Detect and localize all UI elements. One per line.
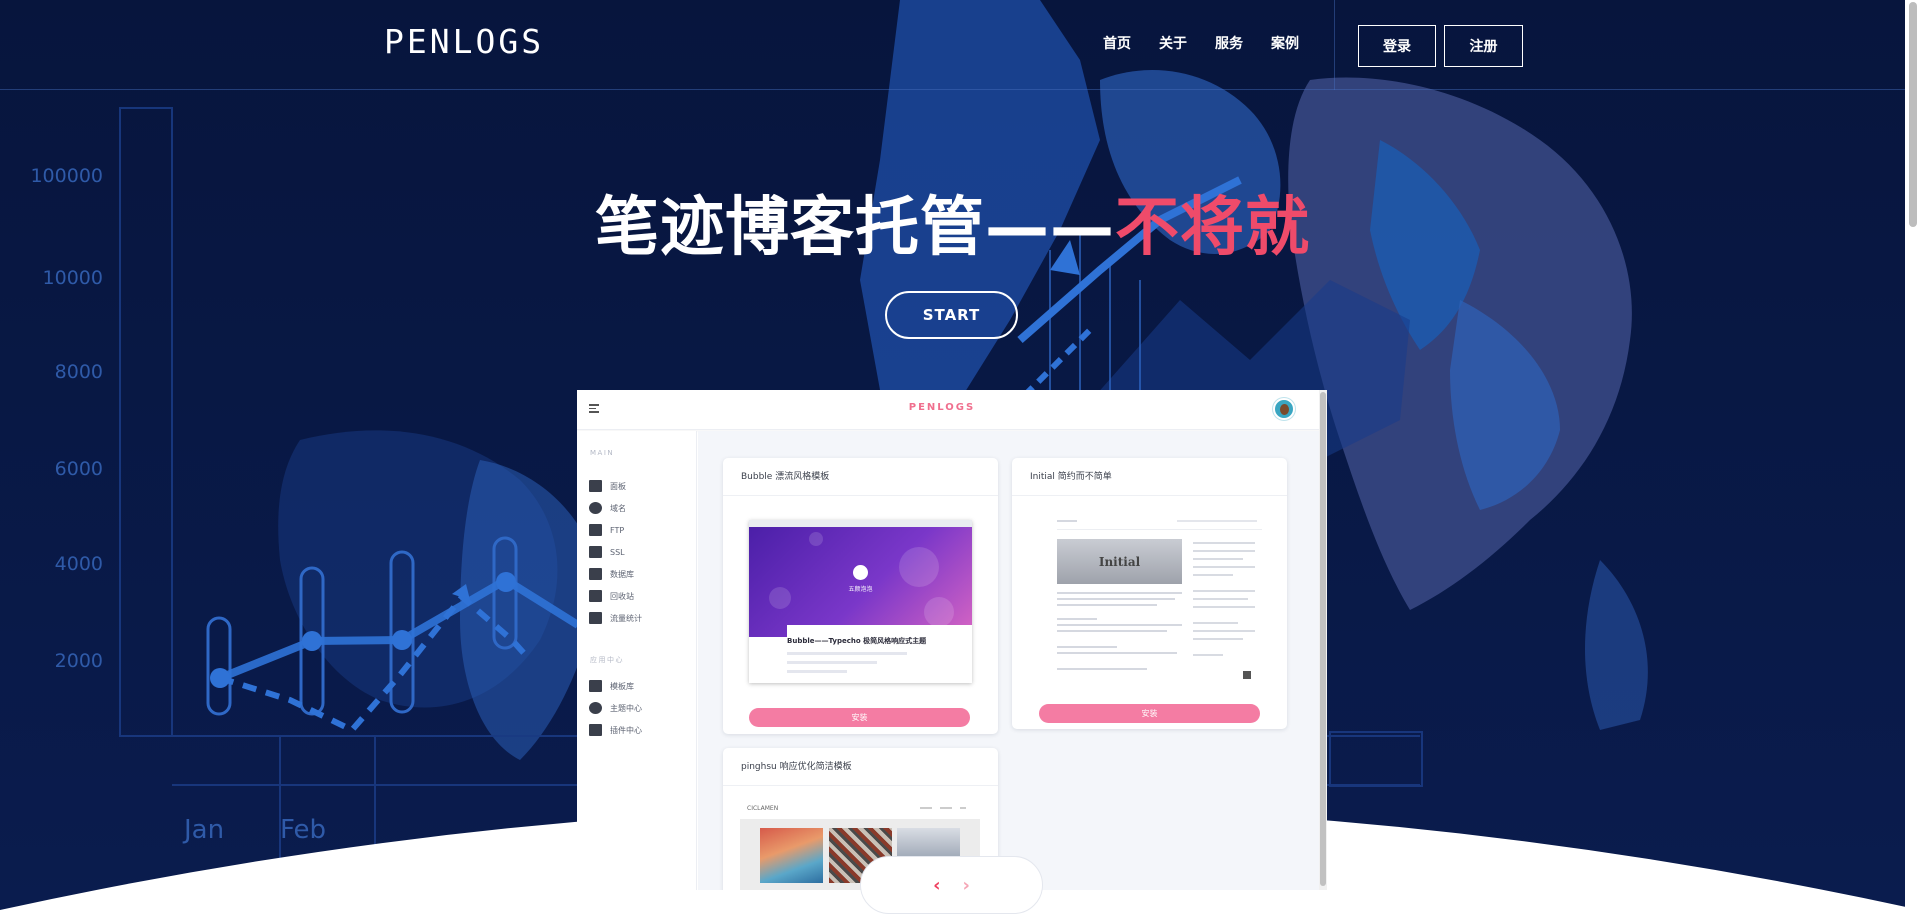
- install-button[interactable]: 安装: [1039, 704, 1260, 723]
- grid-icon: [589, 680, 602, 692]
- thumb-avatar: [853, 565, 868, 580]
- site-logo[interactable]: PENLOGS: [384, 22, 544, 61]
- main-nav: 首页 关于 服务 案例: [1103, 33, 1327, 53]
- page-scrollbar[interactable]: [1905, 0, 1920, 916]
- lock-icon: [589, 546, 602, 558]
- sidebar-item-themes: 主题中心: [589, 697, 642, 719]
- home-icon: [589, 480, 602, 492]
- thumb-site-name: 五颜泡泡: [848, 586, 873, 593]
- chart-y-tick: 6000: [55, 458, 103, 480]
- sidebar-item-database: 数据库: [589, 563, 642, 585]
- avatar: [1273, 398, 1295, 420]
- sidebar-item-ssl: SSL: [589, 541, 642, 563]
- hero-title-accent: 不将就: [1115, 191, 1310, 265]
- trash-icon: [589, 590, 602, 602]
- top-navigation-bar: PENLOGS 首页 关于 服务 案例 登录 注册: [0, 0, 1905, 90]
- theme-card-bubble: Bubble 漂流风格模板 五颜泡泡 Bubble——Typecho 极简风格响…: [723, 458, 998, 734]
- install-button[interactable]: 安装: [749, 708, 970, 727]
- chart-x-tick: Feb: [280, 815, 326, 845]
- chart-y-tick: 10000: [43, 267, 103, 289]
- briefcase-icon: [589, 724, 602, 736]
- preview-sidebar: MAIN 面板 域名 FTP SSL 数据库 回收站 流量统计 应用中心 模板库…: [577, 431, 697, 890]
- chart-y-tick: 2000: [55, 650, 103, 672]
- nav-divider: [1334, 0, 1335, 90]
- folder-icon: [589, 524, 602, 536]
- hero-title: 笔迹博客托管——不将就: [0, 176, 1905, 268]
- theme-thumbnail: Initial: [1057, 514, 1262, 682]
- card-title: pinghsu 响应优化简洁模板: [723, 748, 998, 786]
- theme-card-initial: Initial 简约而不简单 Initial 安装: [1012, 458, 1287, 729]
- sidebar-item-traffic: 流量统计: [589, 607, 642, 629]
- chart-y-tick: 4000: [55, 553, 103, 575]
- scrollbar-thumb[interactable]: [1909, 2, 1917, 227]
- card-title: Bubble 漂流风格模板: [723, 458, 998, 496]
- nav-link-home[interactable]: 首页: [1103, 33, 1131, 53]
- sidebar-item-panel: 面板: [589, 475, 642, 497]
- chart-y-tick: 8000: [55, 361, 103, 383]
- sidebar-item-ftp: FTP: [589, 519, 642, 541]
- register-button[interactable]: 注册: [1444, 25, 1523, 67]
- preview-main: Bubble 漂流风格模板 五颜泡泡 Bubble——Typecho 极简风格响…: [698, 431, 1319, 890]
- server-icon: [589, 568, 602, 580]
- thumb-banner: Initial: [1057, 539, 1182, 584]
- preview-scrollbar: [1319, 390, 1327, 890]
- nav-link-services[interactable]: 服务: [1215, 33, 1243, 53]
- bar-chart-icon: [589, 612, 602, 624]
- dashboard-preview: PENLOGS MAIN 面板 域名 FTP SSL 数据库 回收站 流量统计 …: [577, 390, 1327, 890]
- nav-link-about[interactable]: 关于: [1159, 33, 1187, 53]
- nav-link-cases[interactable]: 案例: [1271, 33, 1299, 53]
- theme-thumbnail: 五颜泡泡 Bubble——Typecho 极简风格响应式主题: [749, 520, 972, 683]
- sidebar-heading-apps: 应用中心: [590, 656, 624, 664]
- carousel-pager: ‹ ›: [860, 856, 1043, 914]
- preview-topbar: PENLOGS: [577, 390, 1327, 430]
- hero-title-main: 笔迹博客托管——: [595, 191, 1115, 265]
- palette-icon: [589, 702, 602, 714]
- login-button[interactable]: 登录: [1358, 25, 1436, 67]
- chevron-right-icon[interactable]: ›: [963, 875, 970, 896]
- chevron-left-icon[interactable]: ‹: [933, 875, 940, 896]
- globe-icon: [589, 502, 602, 514]
- thumb-post-title: Bubble——Typecho 极简风格响应式主题: [787, 637, 927, 645]
- chart-x-tick: Jan: [182, 815, 224, 845]
- sidebar-item-recycle: 回收站: [589, 585, 642, 607]
- preview-logo: PENLOGS: [908, 402, 976, 413]
- thumb-logo: CICLAMEN: [747, 805, 779, 812]
- start-button[interactable]: START: [885, 291, 1018, 339]
- sidebar-item-plugins: 插件中心: [589, 719, 642, 741]
- sidebar-item-domain: 域名: [589, 497, 642, 519]
- sidebar-item-templates: 模板库: [589, 675, 642, 697]
- card-title: Initial 简约而不简单: [1012, 458, 1287, 496]
- sidebar-heading-main: MAIN: [590, 449, 615, 457]
